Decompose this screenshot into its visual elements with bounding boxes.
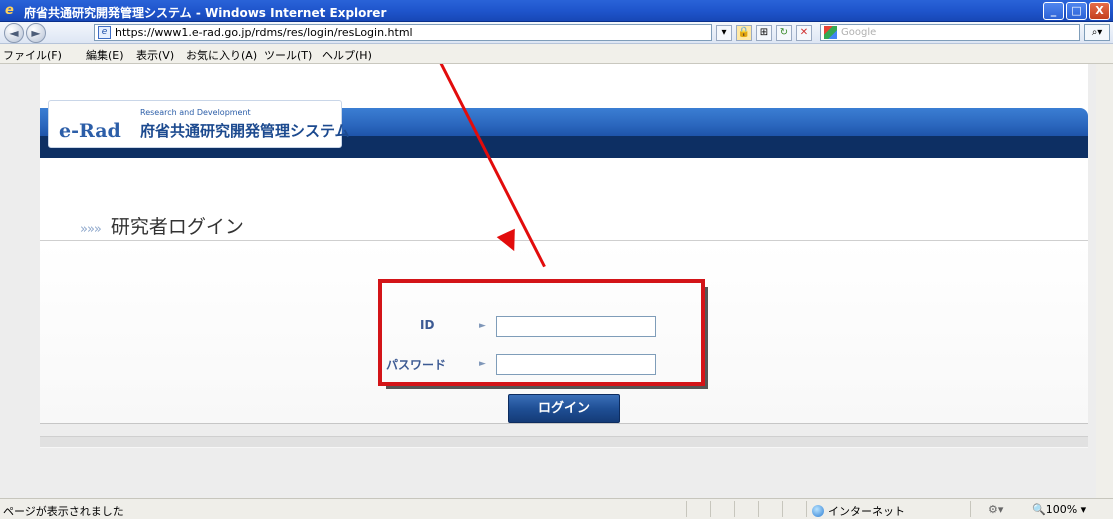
menu-favorites[interactable]: お気に入り(A) — [186, 47, 257, 63]
menu-file[interactable]: ファイル(F) — [3, 47, 62, 63]
zoom-level[interactable]: 🔍100% ▾ — [1032, 503, 1086, 516]
chevron-icon: »»» — [80, 222, 102, 237]
stop-icon[interactable]: ✕ — [796, 25, 812, 41]
menu-edit[interactable]: 編集(E) — [86, 47, 124, 63]
status-message: ページが表示されました — [3, 505, 124, 518]
id-arrow-icon: ► — [479, 321, 486, 331]
window-titlebar: e 府省共通研究開発管理システム - Windows Internet Expl… — [0, 0, 1113, 22]
footer-band — [40, 436, 1088, 448]
login-button[interactable]: ログイン — [508, 394, 620, 423]
dropdown-icon[interactable]: ▾ — [716, 25, 732, 41]
status-divider — [806, 501, 807, 517]
page-icon: e — [98, 26, 111, 39]
compatibility-icon[interactable]: ⊞ — [756, 25, 772, 41]
maximize-button[interactable]: □ — [1066, 2, 1087, 20]
google-icon — [824, 26, 837, 39]
page-viewport: e-Rad Research and Development 府省共通研究開発管… — [0, 64, 1113, 498]
window-title: 府省共通研究開発管理システム - Windows Internet Explor… — [24, 6, 387, 20]
password-label: パスワード — [386, 358, 447, 372]
password-arrow-icon: ► — [479, 359, 486, 369]
page-title: »»» 研究者ログイン — [80, 212, 244, 239]
status-divider — [782, 501, 783, 517]
logo-title: 府省共通研究開発管理システム — [140, 122, 350, 140]
window-controls: _ □ X — [1043, 2, 1110, 20]
status-divider — [970, 501, 971, 517]
id-label: ID — [420, 318, 435, 332]
protected-mode-icon[interactable]: ⚙▾ — [988, 503, 1003, 516]
search-placeholder: Google — [841, 27, 877, 38]
status-divider — [710, 501, 711, 517]
address-toolbar: ◄ ► e https://www1.e-rad.go.jp/rdms/res/… — [0, 22, 1113, 44]
status-bar: ページが表示されました インターネット ⚙▾ 🔍100% ▾ — [0, 498, 1113, 519]
id-field[interactable] — [496, 316, 656, 337]
ie-icon: e — [5, 3, 14, 18]
page-title-text: 研究者ログイン — [110, 216, 244, 238]
menu-view[interactable]: 表示(V) — [136, 47, 174, 63]
menu-help[interactable]: ヘルプ(H) — [322, 47, 372, 63]
logo-mark: e-Rad — [59, 120, 121, 142]
refresh-icon[interactable]: ↻ — [776, 25, 792, 41]
heading-divider — [40, 240, 1088, 241]
address-input[interactable]: e https://www1.e-rad.go.jp/rdms/res/logi… — [94, 24, 712, 41]
security-zone[interactable]: インターネット — [812, 503, 905, 519]
close-button[interactable]: X — [1089, 2, 1110, 20]
vertical-scrollbar[interactable] — [1096, 64, 1113, 498]
search-input[interactable]: Google — [820, 24, 1080, 41]
lock-icon[interactable]: 🔒 — [736, 25, 752, 41]
erad-logo[interactable]: e-Rad Research and Development 府省共通研究開発管… — [48, 100, 350, 148]
search-button[interactable]: ⌕▾ — [1084, 24, 1110, 41]
forward-button[interactable]: ► — [26, 23, 46, 43]
logo-subtitle: Research and Development — [140, 108, 251, 117]
back-button[interactable]: ◄ — [4, 23, 24, 43]
url-text: https://www1.e-rad.go.jp/rdms/res/login/… — [115, 26, 413, 39]
zone-label: インターネット — [828, 505, 905, 518]
globe-icon — [812, 505, 824, 517]
minimize-button[interactable]: _ — [1043, 2, 1064, 20]
status-divider — [686, 501, 687, 517]
password-field[interactable] — [496, 354, 656, 375]
status-divider — [758, 501, 759, 517]
menu-bar: ファイル(F) 編集(E) 表示(V) お気に入り(A) ツール(T) ヘルプ(… — [0, 44, 1113, 64]
status-divider — [734, 501, 735, 517]
zoom-value: 100% — [1045, 503, 1078, 516]
menu-tools[interactable]: ツール(T) — [264, 47, 312, 63]
